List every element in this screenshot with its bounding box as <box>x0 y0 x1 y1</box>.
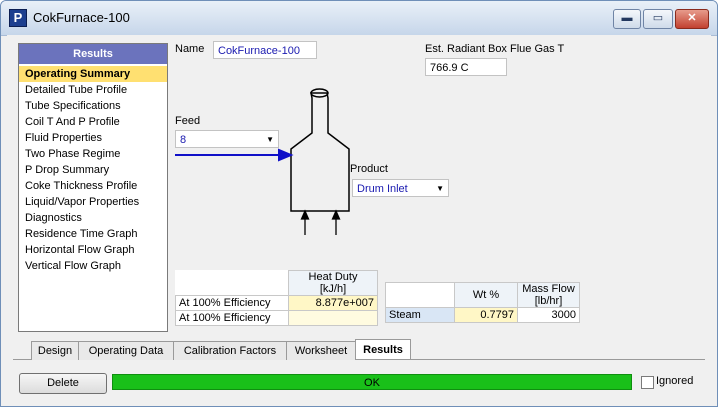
results-item-detailed-tube-profile[interactable]: Detailed Tube Profile <box>19 82 167 98</box>
corner-cell <box>385 282 455 308</box>
tab-results[interactable]: Results <box>355 339 411 359</box>
heat-duty-value[interactable] <box>288 310 378 326</box>
app-icon: P <box>9 9 27 27</box>
results-item-coke-thickness-profile[interactable]: Coke Thickness Profile <box>19 178 167 194</box>
furnace-stack-icon <box>290 92 350 212</box>
heat-duty-value[interactable]: 8.877e+007 <box>288 295 378 311</box>
table-row: Steam 0.7797 3000 <box>385 307 580 323</box>
row-label: At 100% Efficiency <box>175 295 289 311</box>
corner-cell <box>175 270 289 296</box>
tab-operating-data[interactable]: Operating Data <box>78 341 174 360</box>
flue-gas-value: 766.9 C <box>425 58 507 76</box>
minimize-button[interactable]: ▬ <box>613 9 641 29</box>
table-row: At 100% Efficiency 8.877e+007 <box>175 295 378 311</box>
delete-button[interactable]: Delete <box>19 373 107 394</box>
heat-duty-header-unit: [kJ/h] <box>319 283 347 295</box>
row-label: Steam <box>385 307 455 323</box>
ignored-label: Ignored <box>656 375 694 387</box>
wt-percent-value[interactable]: 0.7797 <box>454 307 518 323</box>
mass-flow-value[interactable]: 3000 <box>517 307 580 323</box>
results-item-tube-specifications[interactable]: Tube Specifications <box>19 98 167 114</box>
product-arrows-icon <box>300 209 341 235</box>
heat-duty-header: Heat Duty [kJ/h] <box>288 270 378 296</box>
title-bar[interactable]: P CokFurnace-100 ▬ ▭ ✕ <box>1 1 717 36</box>
ignored-checkbox[interactable] <box>641 376 654 389</box>
tab-design[interactable]: Design <box>31 341 79 360</box>
heat-duty-header-title: Heat Duty <box>308 271 358 283</box>
chevron-down-icon: ▼ <box>436 184 444 193</box>
results-item-liquid-vapor-properties[interactable]: Liquid/Vapor Properties <box>19 194 167 210</box>
furnace-window: P CokFurnace-100 ▬ ▭ ✕ Results Operating… <box>0 0 718 407</box>
results-item-vertical-flow-graph[interactable]: Vertical Flow Graph <box>19 258 167 274</box>
name-field[interactable]: CokFurnace-100 <box>213 41 317 59</box>
furnace-diagram <box>175 88 350 235</box>
results-item-diagnostics[interactable]: Diagnostics <box>19 210 167 226</box>
results-item-p-drop-summary[interactable]: P Drop Summary <box>19 162 167 178</box>
table-row: At 100% Efficiency <box>175 310 378 326</box>
maximize-icon: ▭ <box>652 12 664 24</box>
results-header: Results <box>19 44 167 64</box>
wt-percent-header: Wt % <box>454 282 518 308</box>
feed-arrow-icon <box>175 148 294 162</box>
results-list: Operating Summary Detailed Tube Profile … <box>19 64 167 274</box>
mass-flow-header-unit: [lb/hr] <box>534 295 563 307</box>
tab-worksheet[interactable]: Worksheet <box>286 341 356 360</box>
close-button[interactable]: ✕ <box>675 9 709 29</box>
results-item-horizontal-flow-graph[interactable]: Horizontal Flow Graph <box>19 242 167 258</box>
row-label: At 100% Efficiency <box>175 310 289 326</box>
client-area: Results Operating Summary Detailed Tube … <box>7 35 711 401</box>
results-item-operating-summary[interactable]: Operating Summary <box>19 66 167 82</box>
maximize-button[interactable]: ▭ <box>643 9 673 29</box>
mass-flow-table: Wt % Mass Flow [lb/hr] Steam 0.7797 3000 <box>385 282 580 323</box>
results-item-coil-t-and-p-profile[interactable]: Coil T And P Profile <box>19 114 167 130</box>
results-item-residence-time-graph[interactable]: Residence Time Graph <box>19 226 167 242</box>
results-item-fluid-properties[interactable]: Fluid Properties <box>19 130 167 146</box>
mass-flow-header-title: Mass Flow <box>522 283 575 295</box>
results-item-two-phase-regime[interactable]: Two Phase Regime <box>19 146 167 162</box>
tab-calibration-factors[interactable]: Calibration Factors <box>173 341 287 360</box>
flue-gas-label: Est. Radiant Box Flue Gas T <box>425 43 565 55</box>
window-title: CokFurnace-100 <box>33 10 130 25</box>
minimize-icon: ▬ <box>621 12 633 24</box>
status-bar: OK <box>112 374 632 390</box>
mass-flow-header: Mass Flow [lb/hr] <box>517 282 580 308</box>
close-icon: ✕ <box>687 12 697 24</box>
results-panel: Results Operating Summary Detailed Tube … <box>18 43 168 332</box>
heat-duty-table: Heat Duty [kJ/h] At 100% Efficiency 8.87… <box>175 270 378 326</box>
name-label: Name <box>175 43 205 55</box>
